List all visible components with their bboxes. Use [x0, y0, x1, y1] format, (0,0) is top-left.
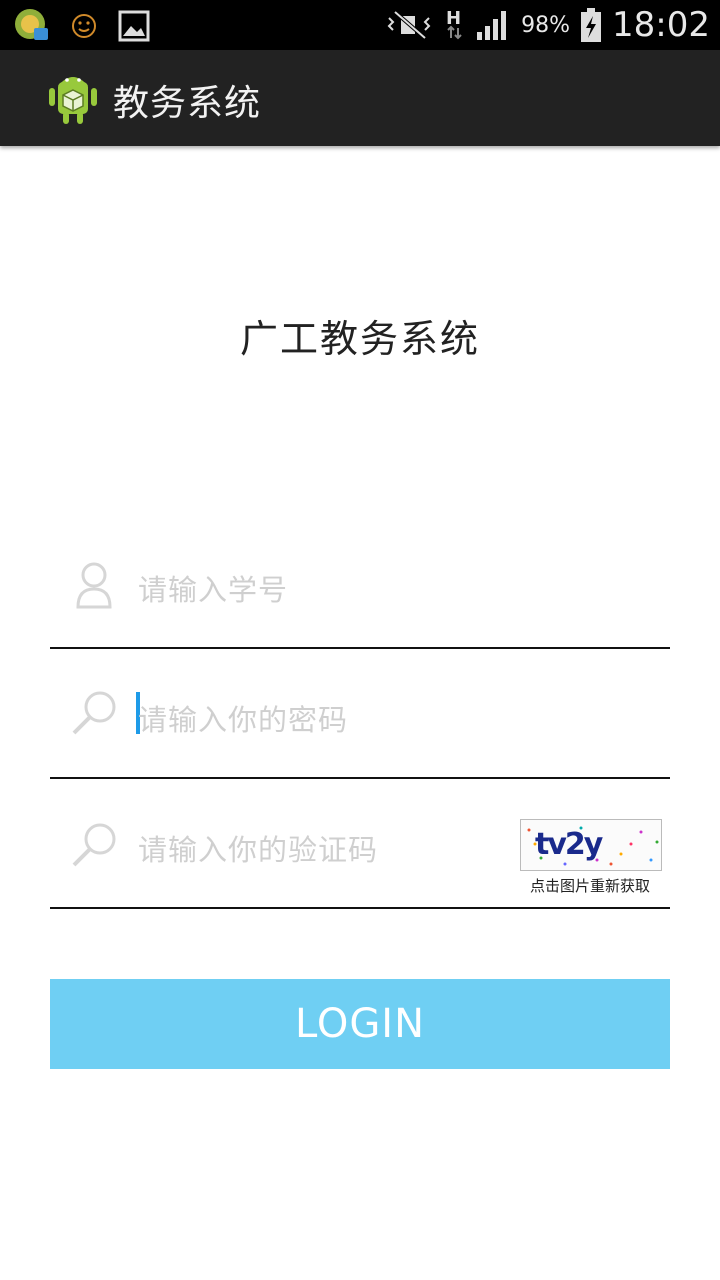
battery-percent: 98% — [521, 12, 571, 38]
captcha-refresh-hint[interactable]: 点击图片重新获取 — [514, 875, 666, 896]
captcha-image[interactable]: tv2y — [520, 819, 662, 871]
battery-charging-icon — [581, 8, 602, 42]
captcha-text: tv2y — [535, 827, 604, 862]
app-notification-icon — [15, 9, 48, 40]
user-icon — [76, 562, 112, 609]
svg-text:H: H — [446, 8, 461, 29]
clock: 18:02 — [612, 5, 710, 45]
captcha-field[interactable]: 请输入你的验证码 tv2y 点击图片重新获取 — [50, 779, 670, 909]
captcha-underline — [50, 907, 670, 909]
captcha-placeholder: 请输入你的验证码 — [138, 833, 379, 867]
smiley-icon — [72, 14, 96, 38]
login-button[interactable]: LOGIN — [50, 979, 670, 1069]
android-logo-icon — [49, 77, 97, 124]
data-h-icon: H — [446, 8, 462, 40]
search-key-icon — [72, 823, 116, 867]
app-title: 教务系统 — [113, 83, 262, 124]
action-bar: 教务系统 — [0, 50, 720, 146]
password-placeholder: 请输入你的密码 — [138, 703, 349, 737]
status-bar: H 98% 18:02 — [0, 0, 720, 50]
mute-icon — [387, 10, 431, 40]
search-key-icon — [72, 691, 116, 735]
password-field[interactable]: 请输入你的密码 — [50, 649, 670, 779]
username-field[interactable]: 请输入学号 — [50, 519, 670, 649]
image-icon — [118, 10, 150, 42]
signal-icon — [477, 11, 507, 40]
page-title: 广工教务系统 — [239, 317, 480, 361]
username-placeholder: 请输入学号 — [138, 573, 289, 607]
